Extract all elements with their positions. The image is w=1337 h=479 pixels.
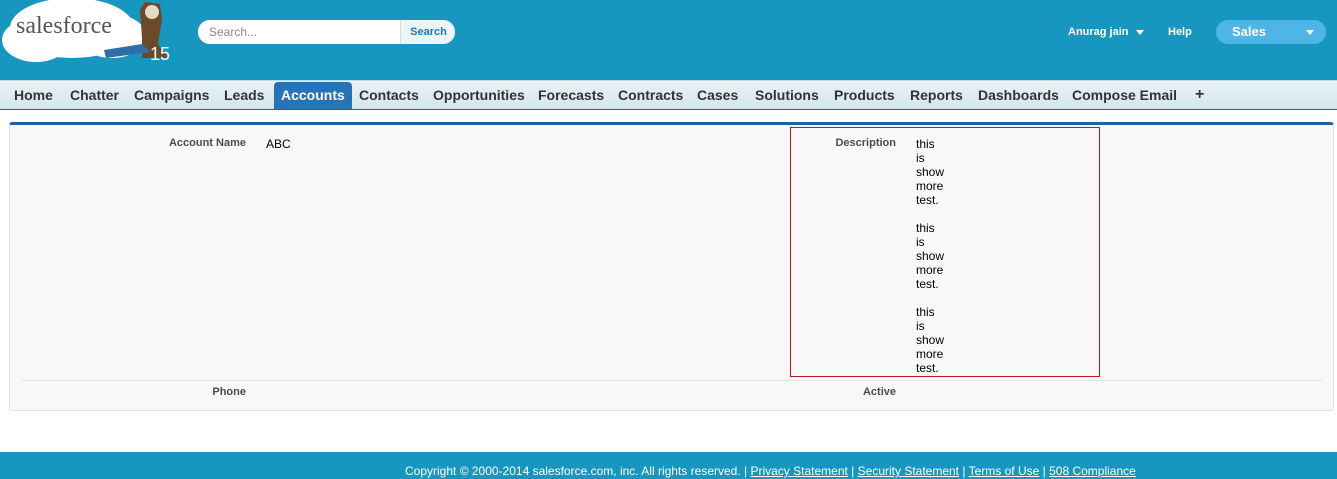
svg-text:15: 15: [150, 44, 170, 64]
tab-chatter[interactable]: Chatter: [70, 81, 119, 109]
search-button[interactable]: Search: [400, 20, 455, 44]
description-line: more: [916, 179, 944, 193]
terms-link[interactable]: Terms of Use: [969, 464, 1040, 478]
tab-home[interactable]: Home: [14, 81, 53, 109]
tab-cases[interactable]: Cases: [697, 81, 738, 109]
detail-panel: [9, 122, 1334, 411]
description-line: test.: [916, 277, 939, 291]
description-line: is: [916, 319, 925, 333]
description-line: show: [916, 165, 945, 179]
tab-contracts[interactable]: Contracts: [618, 81, 683, 109]
tab-compose-email[interactable]: Compose Email: [1072, 81, 1177, 109]
add-tab-icon[interactable]: +: [1195, 81, 1204, 109]
user-menu[interactable]: Anurag jain: [1068, 26, 1144, 38]
description-line: show: [916, 333, 945, 347]
salesforce-logo[interactable]: salesforce 15: [0, 0, 178, 66]
description-line: [916, 291, 944, 305]
phone-label: Phone: [212, 386, 246, 398]
description-line: this: [916, 137, 935, 151]
description-line: test.: [916, 361, 939, 375]
description-line: more: [916, 347, 944, 361]
description-line: show: [916, 249, 945, 263]
copyright-text: Copyright © 2000-2014 salesforce.com, in…: [405, 464, 741, 478]
tab-solutions[interactable]: Solutions: [755, 81, 819, 109]
description-line: is: [916, 151, 925, 165]
chevron-down-icon: [1306, 30, 1314, 35]
row-divider: [22, 380, 1322, 381]
help-link[interactable]: Help: [1168, 26, 1192, 38]
tab-forecasts[interactable]: Forecasts: [538, 81, 604, 109]
description-line: is: [916, 235, 925, 249]
search-input[interactable]: [198, 20, 400, 44]
description-line: [916, 207, 944, 221]
privacy-link[interactable]: Privacy Statement: [750, 464, 847, 478]
footer-text: Copyright © 2000-2014 salesforce.com, in…: [405, 464, 1136, 478]
description-line: this: [916, 305, 935, 319]
app-name: Sales: [1232, 24, 1266, 39]
account-name-label: Account Name: [168, 137, 246, 149]
tab-contacts[interactable]: Contacts: [359, 81, 419, 109]
app-picker[interactable]: Sales: [1216, 20, 1326, 44]
footer: Copyright © 2000-2014 salesforce.com, in…: [0, 452, 1337, 479]
compliance-link[interactable]: 508 Compliance: [1049, 464, 1136, 478]
tab-bar: Home Chatter Campaigns Leads Accounts Co…: [0, 80, 1337, 111]
description-line: more: [916, 263, 944, 277]
active-label: Active: [862, 386, 896, 398]
description-line: this: [916, 221, 935, 235]
description-label: Description: [835, 137, 896, 149]
tab-opportunities[interactable]: Opportunities: [433, 81, 525, 109]
chevron-down-icon: [1135, 29, 1144, 35]
tab-reports[interactable]: Reports: [910, 81, 963, 109]
svg-text:salesforce: salesforce: [16, 13, 112, 39]
description-value: this is show more test. this is show mor…: [916, 137, 944, 375]
tab-products[interactable]: Products: [834, 81, 895, 109]
account-name-value: ABC: [266, 137, 291, 151]
tab-campaigns[interactable]: Campaigns: [134, 81, 209, 109]
global-header: salesforce 15 Search Anurag jain Help Sa…: [0, 0, 1337, 68]
tab-dashboards[interactable]: Dashboards: [978, 81, 1059, 109]
description-highlight: [790, 127, 1100, 377]
tab-accounts[interactable]: Accounts: [274, 82, 352, 109]
search-box: Search: [198, 20, 455, 44]
tab-leads[interactable]: Leads: [224, 81, 264, 109]
user-name: Anurag jain: [1068, 26, 1129, 38]
security-link[interactable]: Security Statement: [858, 464, 959, 478]
description-line: test.: [916, 193, 939, 207]
